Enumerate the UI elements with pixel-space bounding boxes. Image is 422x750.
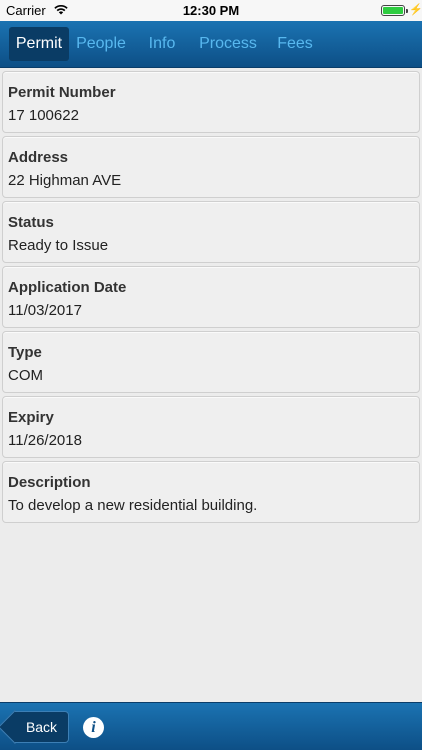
field-permit-number: Permit Number 17 100622: [2, 71, 420, 133]
field-label: Application Date: [8, 279, 127, 296]
field-label: Permit Number: [8, 84, 116, 101]
field-application-date: Application Date 11/03/2017: [2, 266, 420, 328]
clock: 12:30 PM: [182, 3, 240, 18]
tab-people[interactable]: People: [71, 27, 131, 61]
field-value: 22 Highman AVE: [8, 172, 122, 189]
tab-process[interactable]: Process: [192, 27, 264, 61]
tab-permit[interactable]: Permit: [9, 27, 69, 61]
field-label: Type: [8, 344, 42, 361]
field-value: COM: [8, 367, 43, 384]
field-label: Description: [8, 474, 91, 491]
tab-fees[interactable]: Fees: [271, 27, 319, 61]
field-label: Status: [8, 214, 54, 231]
back-button[interactable]: Back: [0, 710, 69, 744]
field-value: To develop a new residential building.: [8, 497, 258, 514]
status-bar: Carrier 12:30 PM ⚡: [0, 0, 422, 21]
field-expiry: Expiry 11/26/2018: [2, 396, 420, 458]
field-status: Status Ready to Issue: [2, 201, 420, 263]
tab-info[interactable]: Info: [140, 27, 184, 61]
tab-bar: Permit People Info Process Fees: [0, 21, 422, 68]
battery-icon: [381, 5, 408, 16]
info-icon[interactable]: i: [83, 717, 104, 738]
field-value: Ready to Issue: [8, 237, 109, 254]
bottom-toolbar: Back i: [0, 702, 422, 750]
field-value: 11/26/2018: [8, 432, 82, 449]
field-address: Address 22 Highman AVE: [2, 136, 420, 198]
field-label: Address: [8, 149, 69, 166]
field-description: Description To develop a new residential…: [2, 461, 420, 523]
field-value: 11/03/2017: [8, 302, 82, 319]
back-label: Back: [25, 719, 58, 735]
charging-icon: ⚡: [409, 4, 422, 16]
field-label: Expiry: [8, 409, 54, 426]
field-type: Type COM: [2, 331, 420, 393]
field-value: 17 100622: [8, 107, 79, 124]
